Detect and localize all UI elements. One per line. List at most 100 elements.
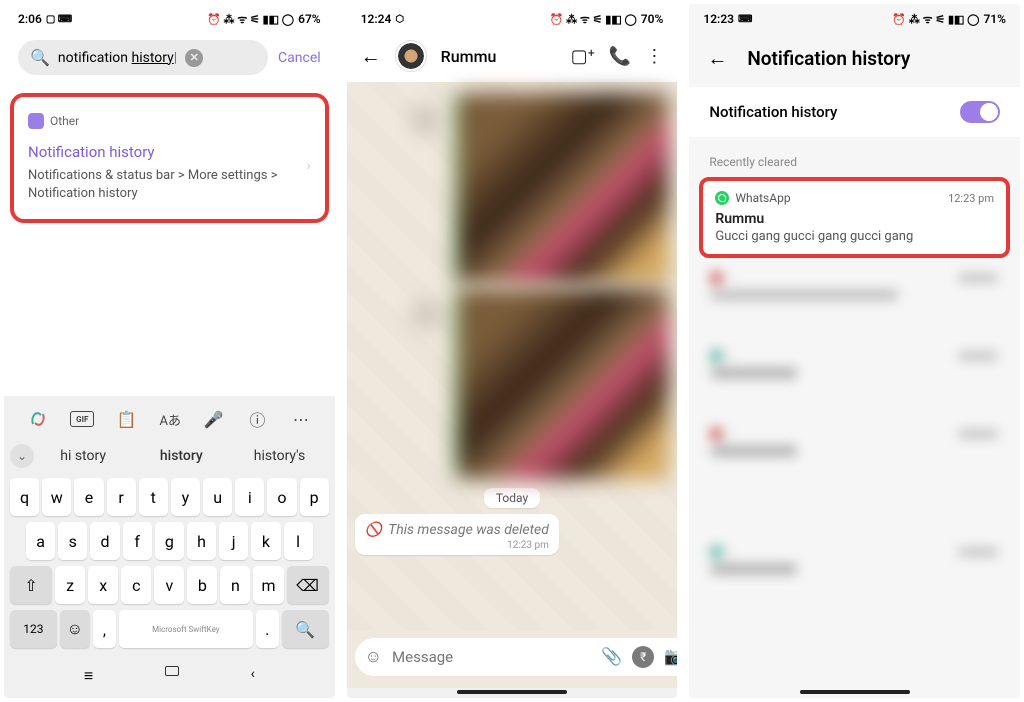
key-u[interactable]: u — [203, 478, 232, 516]
key-z[interactable]: z — [55, 566, 85, 604]
key-r[interactable]: r — [107, 478, 136, 516]
clear-icon[interactable]: ✕ — [185, 49, 203, 67]
search-result[interactable]: Other Notification history Notifications… — [10, 93, 329, 223]
chevron-right-icon: › — [306, 158, 310, 174]
search-box[interactable]: 🔍 notification history| ✕ — [18, 40, 268, 75]
key-p[interactable]: p — [300, 478, 329, 516]
payment-icon[interactable]: ₹ — [632, 646, 654, 668]
voice-call-icon[interactable]: 📞 — [609, 46, 631, 67]
toggle-switch[interactable] — [960, 101, 1000, 123]
blurred-item — [705, 344, 1004, 402]
result-title: Notification history — [28, 143, 311, 161]
key-k[interactable]: k — [251, 522, 280, 560]
kb-translate-icon[interactable]: Aあ — [159, 408, 181, 430]
contact-name[interactable]: Rummu — [441, 47, 557, 66]
key-o[interactable]: o — [267, 478, 296, 516]
kb-row-4: 123 ☺ , Microsoft SwiftKey . 🔍 — [8, 610, 331, 648]
key-emoji[interactable]: ☺ — [60, 610, 90, 648]
key-b[interactable]: b — [187, 566, 217, 604]
input-bar: ☺ 📎 ₹ 📷 🎤 — [347, 630, 678, 688]
category-label: Other — [50, 114, 79, 128]
emoji-icon[interactable]: ☺ — [365, 647, 382, 667]
app-name: WhatsApp — [735, 191, 790, 205]
notification-card[interactable]: WhatsApp 12:23 pm Rummu Gucci gang gucci… — [699, 177, 1010, 258]
key-e[interactable]: e — [74, 478, 103, 516]
chevron-down-icon[interactable]: ⌄ — [10, 444, 34, 468]
back-icon[interactable]: ← — [707, 46, 727, 71]
nav-back-icon[interactable]: ‹ — [251, 666, 255, 686]
key-y[interactable]: y — [171, 478, 200, 516]
forward-icon[interactable]: ↻ — [412, 105, 440, 133]
nav-menu-icon[interactable]: ≡ — [84, 666, 93, 686]
chat-header: ← Rummu ▢⁺ 📞 ⋮ — [347, 30, 678, 82]
key-f[interactable]: f — [123, 522, 152, 560]
suggestion[interactable]: history — [132, 448, 230, 464]
cancel-button[interactable]: Cancel — [278, 50, 321, 66]
chat-body[interactable]: ↻ ↻ Today 🚫This message was deleted 12:2… — [347, 82, 678, 630]
blurred-item — [705, 422, 1004, 480]
message-field[interactable] — [392, 648, 591, 666]
kb-info-icon[interactable]: ⓘ — [246, 408, 268, 430]
status-bar: 2:06 ▢ ⌨ ⏰ ⁂ ᯤ ⚟ ▮◧ ◯67% — [4, 4, 335, 30]
key-x[interactable]: x — [88, 566, 118, 604]
toggle-row[interactable]: Notification history — [689, 87, 1020, 137]
key-l[interactable]: l — [284, 522, 313, 560]
status-time: 12:24 — [361, 12, 392, 26]
search-header: 🔍 notification history| ✕ Cancel — [4, 30, 335, 85]
avatar[interactable] — [395, 40, 427, 72]
kb-copilot-icon[interactable] — [27, 408, 49, 430]
key-d[interactable]: d — [90, 522, 119, 560]
kb-clipboard-icon[interactable]: 📋 — [116, 408, 138, 430]
key-m[interactable]: m — [253, 566, 283, 604]
nav-kb-icon[interactable] — [165, 666, 179, 676]
home-indicator[interactable] — [457, 690, 567, 694]
key-j[interactable]: j — [219, 522, 248, 560]
prohibited-icon: 🚫 — [365, 522, 382, 538]
key-c[interactable]: c — [121, 566, 151, 604]
more-icon[interactable]: ⋮ — [645, 46, 663, 67]
notif-time: 12:23 pm — [948, 192, 994, 205]
key-space[interactable]: Microsoft SwiftKey — [119, 610, 252, 648]
kb-row-3: ⇧ zxcvbnm ⌫ — [8, 566, 331, 604]
keyboard: GIF 📋 Aあ 🎤 ⓘ ⋯ ⌄ hi story history histor… — [4, 396, 335, 698]
suggestion[interactable]: hi story — [34, 448, 132, 464]
key-h[interactable]: h — [187, 522, 216, 560]
kb-gif-icon[interactable]: GIF — [70, 411, 94, 427]
key-period[interactable]: . — [256, 610, 279, 648]
key-search[interactable]: 🔍 — [282, 610, 329, 648]
key-a[interactable]: a — [26, 522, 55, 560]
key-v[interactable]: v — [154, 566, 184, 604]
image-message[interactable]: ↻ — [455, 289, 669, 479]
status-time: 2:06 — [18, 12, 42, 26]
video-call-icon[interactable]: ▢⁺ — [571, 46, 595, 67]
key-numbers[interactable]: 123 — [10, 610, 57, 648]
kb-row-1: qwertyuiop — [8, 478, 331, 516]
forward-icon[interactable]: ↻ — [412, 301, 440, 329]
notif-body: Gucci gang gucci gang gucci gang — [715, 229, 994, 244]
key-q[interactable]: q — [10, 478, 39, 516]
deleted-message[interactable]: 🚫This message was deleted 12:23 pm — [355, 514, 559, 555]
attach-icon[interactable]: 📎 — [601, 647, 622, 667]
home-indicator[interactable] — [800, 690, 910, 694]
suggestion[interactable]: history's — [230, 448, 328, 464]
key-backspace[interactable]: ⌫ — [287, 566, 329, 604]
kb-mic-icon[interactable]: 🎤 — [203, 408, 225, 430]
screen-whatsapp-chat: 12:24 ⬡ ⏰ ⁂ ᯤ ⚟ ▮◧ ◯70% ← Rummu ▢⁺ 📞 ⋮ ↻… — [347, 4, 678, 698]
key-s[interactable]: s — [58, 522, 87, 560]
key-n[interactable]: n — [220, 566, 250, 604]
key-comma[interactable]: , — [93, 610, 116, 648]
key-t[interactable]: t — [139, 478, 168, 516]
notif-sender: Rummu — [715, 211, 994, 227]
back-icon[interactable]: ← — [361, 44, 381, 69]
message-input[interactable]: ☺ 📎 ₹ 📷 — [355, 638, 678, 676]
image-message[interactable]: ↻ — [455, 93, 669, 283]
key-shift[interactable]: ⇧ — [10, 566, 52, 604]
key-i[interactable]: i — [235, 478, 264, 516]
status-icons: ⏰ ⁂ ᯤ ⚟ ▮◧ ◯ — [550, 12, 637, 27]
key-g[interactable]: g — [155, 522, 184, 560]
nav-bar: ≡ ‹ — [8, 654, 331, 694]
key-w[interactable]: w — [42, 478, 71, 516]
kb-more-icon[interactable]: ⋯ — [290, 408, 312, 430]
camera-icon[interactable]: 📷 — [664, 647, 677, 667]
page-title: Notification history — [747, 47, 910, 70]
